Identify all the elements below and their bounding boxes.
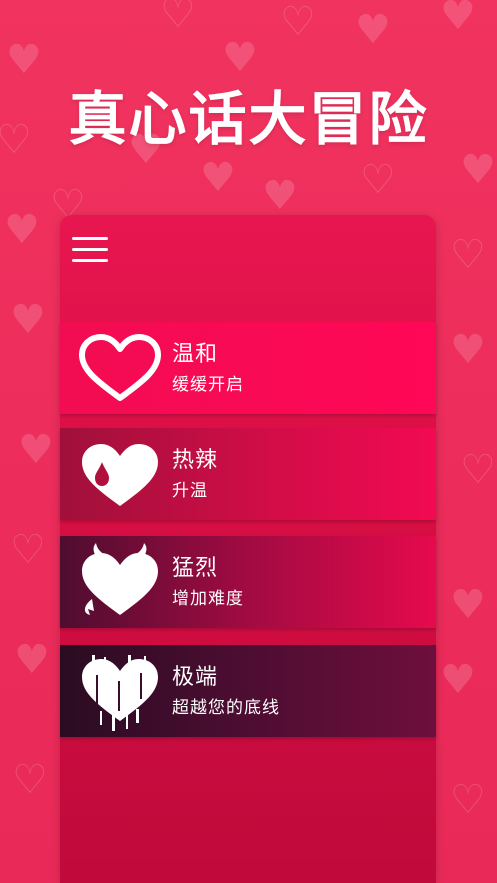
- heart-pattern-icon: ♥: [440, 0, 476, 39]
- heart-pattern-icon: ♥: [10, 297, 46, 343]
- heart-pattern-icon: ♥: [18, 427, 54, 473]
- level-description: 缓缓开启: [172, 375, 244, 395]
- heart-pattern-icon: ♡: [160, 0, 196, 37]
- glitch-heart-icon: [82, 655, 158, 731]
- level-description: 超越您的底线: [172, 698, 280, 718]
- heart-pattern-icon: ♥: [200, 155, 236, 201]
- level-description: 升温: [172, 481, 208, 501]
- heart-pattern-icon: ♡: [460, 447, 496, 493]
- heart-drop-icon: [82, 444, 158, 506]
- devil-heart-icon: [82, 543, 158, 615]
- level-label: 猛烈: [172, 556, 219, 581]
- heart-pattern-icon: ♥: [460, 147, 496, 193]
- heart-pattern-icon: ♡: [360, 157, 396, 203]
- heart-pattern-icon: ♥: [262, 173, 298, 219]
- heart-pattern-icon: ♡: [12, 757, 48, 803]
- heart-pattern-icon: ♥: [440, 657, 476, 703]
- heart-pattern-icon: ♥: [4, 207, 40, 253]
- outline-heart-icon: [79, 334, 161, 401]
- heart-pattern-icon: ♡: [450, 777, 486, 823]
- level-item-hot[interactable]: 热辣 升温: [60, 428, 436, 520]
- app-title: 真心话大冒险: [68, 85, 429, 153]
- heart-pattern-icon: ♥: [355, 7, 391, 53]
- level-label: 热辣: [172, 448, 219, 473]
- level-label: 极端: [172, 665, 219, 690]
- level-description: 增加难度: [172, 589, 244, 609]
- heart-pattern-icon: ♡: [10, 527, 46, 573]
- level-item-mild[interactable]: 温和 缓缓开启: [60, 322, 436, 414]
- heart-pattern-icon: ♡: [450, 232, 486, 278]
- level-item-intense[interactable]: 猛烈 增加难度: [60, 536, 436, 628]
- level-label: 温和: [172, 342, 219, 367]
- level-item-extreme[interactable]: 极端 超越您的底线: [60, 645, 436, 737]
- heart-pattern-icon: ♥: [14, 637, 50, 683]
- hamburger-menu-icon[interactable]: [72, 237, 108, 263]
- heart-pattern-icon: ♡: [280, 0, 316, 45]
- heart-pattern-icon: ♥: [450, 582, 486, 628]
- heart-pattern-icon: ♥: [450, 327, 486, 373]
